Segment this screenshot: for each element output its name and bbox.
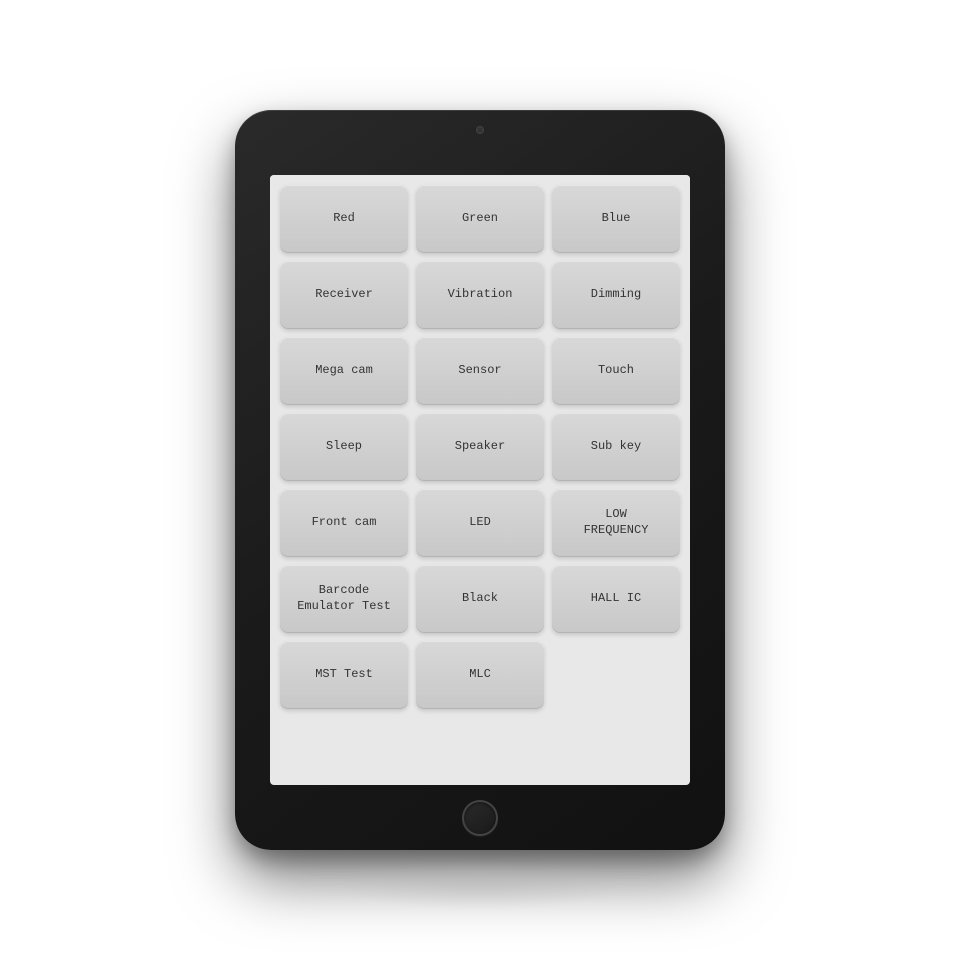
btn-sensor[interactable]: Sensor [416,337,544,405]
btn-halic[interactable]: HALL IC [552,565,680,633]
btn-blue[interactable]: Blue [552,185,680,253]
front-camera [476,126,484,134]
empty-cell [552,641,680,709]
tablet-device: SPYDER SPYDER RedGreenBlueReceiverVibrat… [235,110,725,850]
btn-subkey[interactable]: Sub key [552,413,680,481]
btn-receiver[interactable]: Receiver [280,261,408,329]
btn-touch[interactable]: Touch [552,337,680,405]
btn-led[interactable]: LED [416,489,544,557]
btn-barcode[interactable]: Barcode Emulator Test [280,565,408,633]
btn-msttest[interactable]: MST Test [280,641,408,709]
btn-lowfrequency[interactable]: LOW FREQUENCY [552,489,680,557]
btn-frontcam[interactable]: Front cam [280,489,408,557]
btn-sleep[interactable]: Sleep [280,413,408,481]
last-row: MST TestMLC [280,641,680,709]
btn-vibration[interactable]: Vibration [416,261,544,329]
home-button[interactable] [462,800,498,836]
btn-speaker[interactable]: Speaker [416,413,544,481]
button-grid: RedGreenBlue ReceiverVibrationDimming Mega… [270,175,690,719]
btn-megacam[interactable]: Mega cam [280,337,408,405]
btn-mlc[interactable]: MLC [416,641,544,709]
btn-red[interactable]: Red [280,185,408,253]
tablet-screen: SPYDER SPYDER RedGreenBlueReceiverVibrat… [270,175,690,785]
btn-green[interactable]: Green [416,185,544,253]
btn-dimming[interactable]: Dimming [552,261,680,329]
btn-black[interactable]: Black [416,565,544,633]
